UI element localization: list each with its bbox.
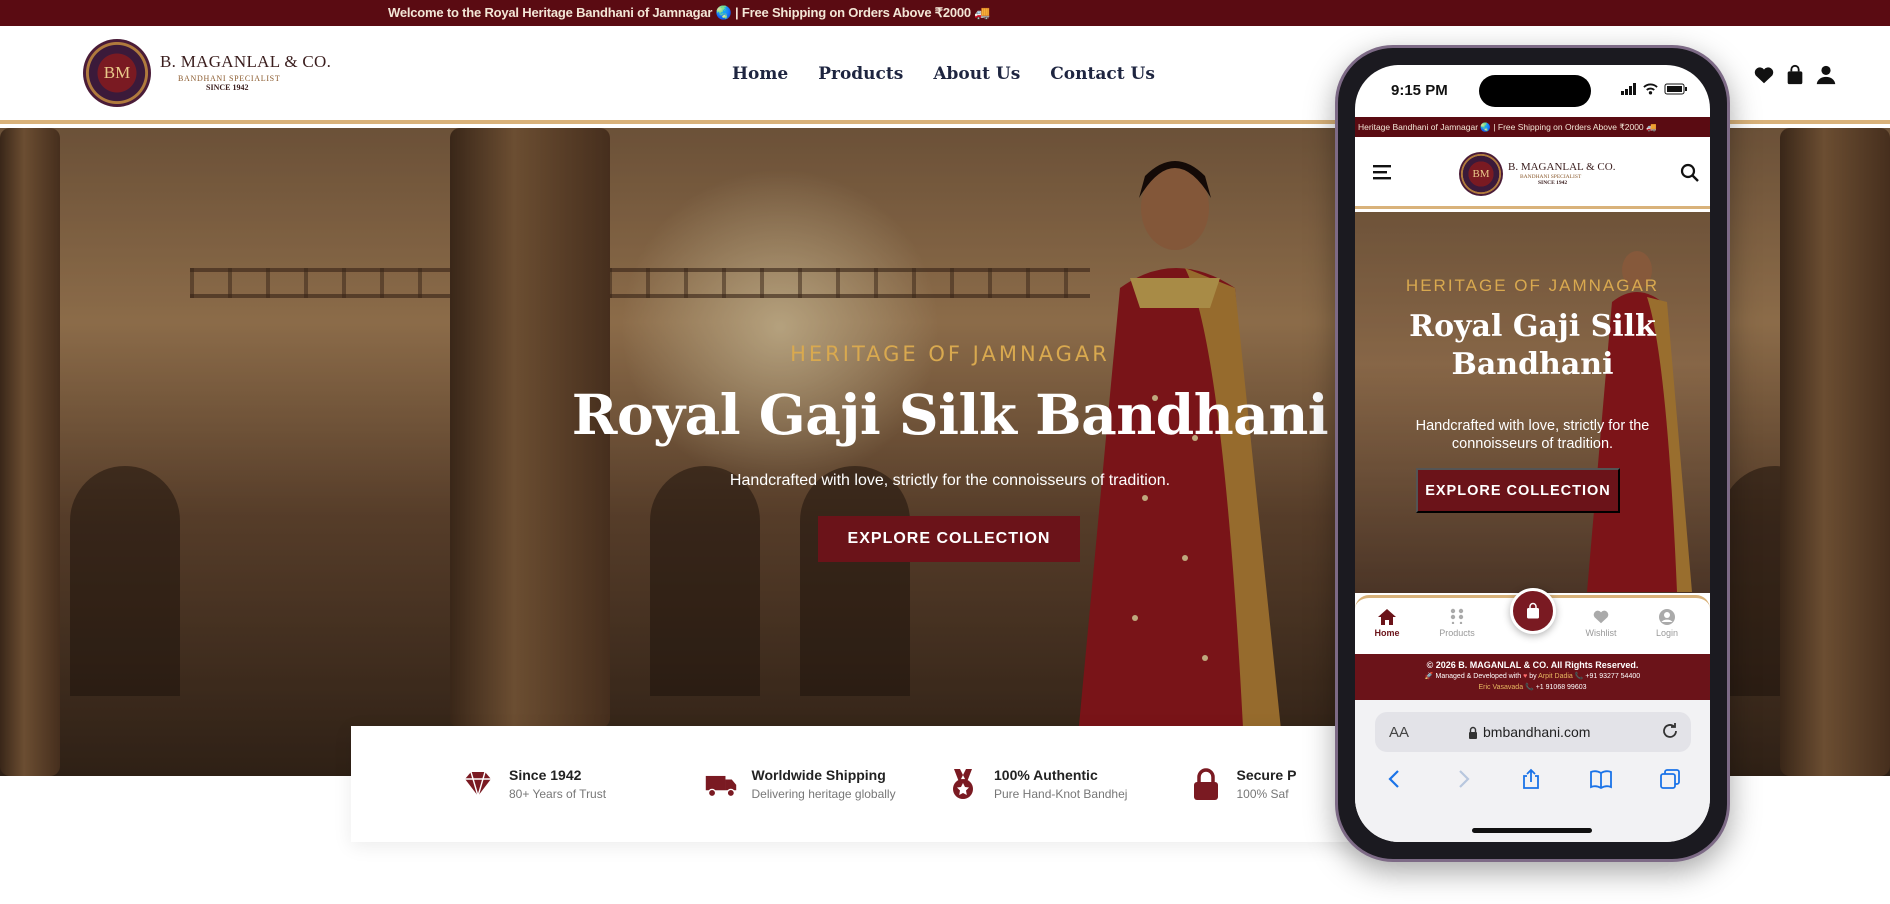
developer-link[interactable]: Arpit Dadia xyxy=(1538,673,1573,680)
medal-icon xyxy=(953,769,973,799)
mobile-brand-wordmark: B. MAGANLAL & CO. BANDHANI SPECIALIST SI… xyxy=(1508,161,1615,186)
signal-icon xyxy=(1621,83,1636,95)
share-icon[interactable] xyxy=(1520,768,1542,790)
search-icon[interactable] xyxy=(1680,163,1700,183)
tab-wishlist[interactable]: Wishlist xyxy=(1571,608,1631,638)
features-strip: Since 1942 80+ Years of Trust Worldwide S… xyxy=(351,726,1431,842)
reader-aa-button[interactable]: AA xyxy=(1389,724,1409,741)
safari-toolbar: AA bmbandhani.com xyxy=(1355,700,1710,842)
nav-about-us[interactable]: About Us xyxy=(933,64,1020,84)
feature-title: 100% Authentic xyxy=(994,767,1098,783)
by-text: by xyxy=(1529,673,1537,680)
tab-login[interactable]: Login xyxy=(1637,608,1697,638)
mobile-announcement-text: Heritage Bandhani of Jamnagar 🌏 | Free S… xyxy=(1358,121,1657,132)
mobile-hero-subtitle: Handcrafted with love, strictly for the … xyxy=(1415,418,1650,452)
dynamic-island xyxy=(1479,75,1591,107)
managed-text: 🚀 Managed & Developed with xyxy=(1424,673,1522,680)
mobile-announcement-bar: Heritage Bandhani of Jamnagar 🌏 | Free S… xyxy=(1355,117,1710,137)
bag-icon xyxy=(1527,602,1539,619)
safari-nav-bar xyxy=(1355,768,1710,790)
feature-desc: Delivering heritage globally xyxy=(751,787,896,801)
mobile-phone-mockup: 9:15 PM Heritage Bandhani of Jamnagar 🌏 … xyxy=(1335,45,1730,862)
feature-title: Secure P xyxy=(1236,767,1297,783)
heart-icon[interactable] xyxy=(1753,64,1775,86)
hamburger-menu-icon[interactable] xyxy=(1373,164,1393,180)
wifi-icon xyxy=(1643,83,1658,95)
grid-icon xyxy=(1450,608,1464,624)
announcement-text: Welcome to the Royal Heritage Bandhani o… xyxy=(388,5,991,20)
bag-icon[interactable] xyxy=(1784,64,1806,86)
brand-since: SINCE 1942 xyxy=(206,83,249,92)
reload-icon[interactable] xyxy=(1661,722,1679,740)
tab-home[interactable]: Home xyxy=(1357,608,1417,638)
hero-overlay xyxy=(1355,212,1710,593)
tab-label: Wishlist xyxy=(1585,628,1617,638)
logo-monogram: BM xyxy=(1472,168,1490,180)
explore-collection-button[interactable]: EXPLORE COLLECTION xyxy=(818,516,1080,562)
gem-icon xyxy=(465,771,491,797)
mobile-bottom-tab-bar: Home Products Wishlist Login xyxy=(1355,588,1710,654)
header-actions xyxy=(1753,64,1837,86)
mobile-hero: HERITAGE OF JAMNAGAR Royal Gaji Silk Ban… xyxy=(1355,212,1710,593)
lock-icon xyxy=(1193,768,1218,800)
brand-name: B. MAGANLAL & CO. xyxy=(1508,161,1616,173)
cart-fab-button[interactable] xyxy=(1510,588,1556,634)
mobile-explore-collection-button[interactable]: EXPLORE COLLECTION xyxy=(1416,468,1620,513)
developer-link[interactable]: Eric Vasavada xyxy=(1478,684,1523,691)
address-bar[interactable]: AA bmbandhani.com xyxy=(1375,712,1691,752)
main-nav: Home Products About Us Contact Us xyxy=(732,64,1155,84)
phone-screen: 9:15 PM Heritage Bandhani of Jamnagar 🌏 … xyxy=(1355,65,1710,842)
feature-title: Worldwide Shipping xyxy=(751,767,886,783)
feature-item: 100% Authentic Pure Hand-Knot Bandhej xyxy=(946,767,1189,842)
forward-icon[interactable] xyxy=(1452,768,1474,790)
developer-phone[interactable]: 📞 +91 93277 54400 xyxy=(1575,673,1640,680)
tab-products[interactable]: Products xyxy=(1427,608,1487,638)
mobile-brand-logo[interactable]: BM xyxy=(1459,152,1503,196)
feature-desc: 80+ Years of Trust xyxy=(509,787,607,801)
mobile-hero-eyebrow: HERITAGE OF JAMNAGAR xyxy=(1405,276,1660,295)
heart-emoji-icon: ♥ xyxy=(1523,673,1528,680)
home-icon xyxy=(1378,609,1396,625)
page: Welcome to the Royal Heritage Bandhani o… xyxy=(0,0,1890,904)
mobile-header: BM B. MAGANLAL & CO. BANDHANI SPECIALIST… xyxy=(1355,137,1710,209)
feature-title: Since 1942 xyxy=(509,767,582,783)
tabs-icon[interactable] xyxy=(1659,768,1681,790)
nav-contact-us[interactable]: Contact Us xyxy=(1050,64,1155,84)
mobile-footer: © 2026 B. MAGANLAL & CO. All Rights Rese… xyxy=(1355,654,1710,700)
user-icon[interactable] xyxy=(1815,64,1837,86)
brand-wordmark[interactable]: B. MAGANLAL & CO. BANDHANI SPECIALIST SI… xyxy=(160,52,331,92)
brand-logo[interactable]: BM xyxy=(83,39,151,107)
announcement-bar: Welcome to the Royal Heritage Bandhani o… xyxy=(0,0,1890,26)
mobile-hero-title: Royal Gaji Silk Bandhani xyxy=(1409,309,1656,382)
lock-icon xyxy=(1469,726,1477,739)
feature-desc: Pure Hand-Knot Bandhej xyxy=(994,787,1128,801)
feature-desc: 100% Saf xyxy=(1236,787,1289,801)
developer-phone[interactable]: 📞 +1 91068 99603 xyxy=(1525,684,1586,691)
status-bar: 9:15 PM xyxy=(1355,65,1710,117)
credits-line: 🚀 Managed & Developed with ♥ by Arpit Da… xyxy=(1355,671,1710,682)
truck-icon xyxy=(705,775,736,798)
status-time: 9:15 PM xyxy=(1391,82,1448,99)
tab-label: Home xyxy=(1374,628,1400,638)
back-icon[interactable] xyxy=(1384,768,1406,790)
copyright-text: © 2026 B. MAGANLAL & CO. All Rights Rese… xyxy=(1426,660,1639,670)
credits-line: Eric Vasavada 📞 +1 91068 99603 xyxy=(1355,682,1710,693)
brand-tagline: BANDHANI SPECIALIST xyxy=(178,74,281,83)
brand-name: B. MAGANLAL & CO. xyxy=(160,52,332,71)
url-text: bmbandhani.com xyxy=(1483,724,1591,740)
tab-label: Products xyxy=(1439,628,1475,638)
logo-monogram: BM xyxy=(103,63,131,82)
battery-icon xyxy=(1664,83,1687,95)
nav-home[interactable]: Home xyxy=(732,64,788,84)
status-icons xyxy=(1621,83,1688,95)
user-circle-icon xyxy=(1659,609,1675,625)
home-indicator xyxy=(1472,828,1592,833)
feature-item: Since 1942 80+ Years of Trust xyxy=(461,767,704,842)
heart-icon xyxy=(1593,610,1609,624)
brand-since: SINCE 1942 xyxy=(1538,180,1568,186)
nav-products[interactable]: Products xyxy=(818,64,903,84)
feature-item: Worldwide Shipping Delivering heritage gl… xyxy=(704,767,947,842)
tab-label: Login xyxy=(1655,628,1679,638)
bookmarks-icon[interactable] xyxy=(1589,768,1613,790)
